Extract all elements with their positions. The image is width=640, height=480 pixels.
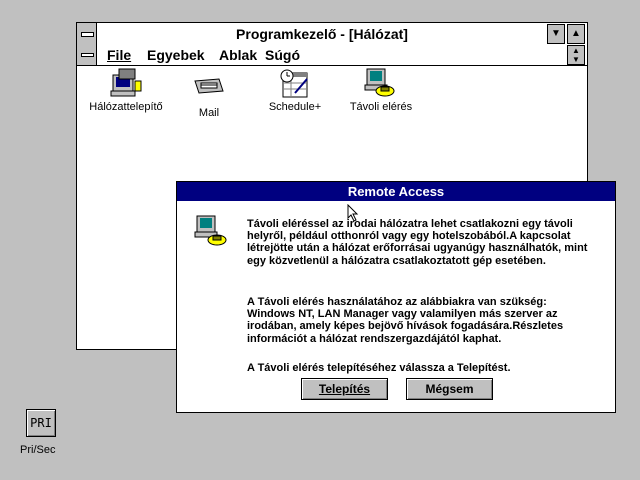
program-item-remote-access[interactable]: Távoli elérés xyxy=(345,67,417,117)
program-item-schedule[interactable]: Schedule+ xyxy=(263,67,327,117)
child-system-menu-icon xyxy=(81,53,94,57)
icon-label: Mail xyxy=(198,107,220,119)
icon-label: Hálózattelepítő xyxy=(89,101,163,113)
minimize-icon: ▼ xyxy=(551,28,561,39)
icon-label: Távoli elérés xyxy=(349,101,413,113)
menu-file[interactable]: File xyxy=(107,45,131,65)
pri-sec-label: Pri/Sec xyxy=(20,444,56,456)
title-bar[interactable]: Programkezelő - [Hálózat] ▼ ▲ xyxy=(77,23,587,46)
icon-label: Schedule+ xyxy=(268,101,322,113)
cancel-button[interactable]: Mégsem xyxy=(406,378,493,400)
program-item-mail[interactable]: Mail xyxy=(181,69,237,119)
schedule-icon xyxy=(280,69,308,98)
mail-icon xyxy=(194,78,224,94)
minimize-button[interactable]: ▼ xyxy=(547,24,565,44)
remote-access-dialog: Remote Access Távoli eléréssel az irodai… xyxy=(176,181,616,413)
pri-sec-icon[interactable]: PRI xyxy=(26,409,56,437)
network-setup-icon xyxy=(110,68,142,97)
maximize-icon: ▲ xyxy=(571,28,581,39)
restore-button[interactable]: ▲ ▼ xyxy=(567,45,585,65)
window-title: Programkezelő - [Hálózat] xyxy=(236,26,408,42)
menu-ablak[interactable]: Ablak xyxy=(219,45,257,65)
mouse-cursor-icon xyxy=(347,204,359,222)
menu-sugo[interactable]: Súgó xyxy=(265,45,300,65)
system-menu-icon xyxy=(81,32,94,37)
dialog-paragraph-1: Távoli eléréssel az irodai hálózatra leh… xyxy=(247,218,588,267)
restore-icon: ▲ ▼ xyxy=(572,46,580,64)
dialog-paragraph-3: A Távoli elérés telepítéséhez válassza a… xyxy=(247,362,511,374)
child-system-menu-button[interactable] xyxy=(77,45,97,65)
remote-access-icon xyxy=(194,215,227,246)
install-button[interactable]: Telepítés xyxy=(301,378,388,400)
system-menu-button[interactable] xyxy=(77,23,97,45)
menu-egyebek[interactable]: Egyebek xyxy=(147,45,205,65)
dialog-paragraph-2: A Távoli elérés használatához az alábbia… xyxy=(247,296,564,345)
maximize-button[interactable]: ▲ xyxy=(567,24,585,44)
menu-bar: File Egyebek Ablak Súgó ▲ ▼ xyxy=(77,45,587,66)
program-item-network-setup[interactable]: Hálózattelepítő xyxy=(87,67,165,117)
remote-access-icon xyxy=(364,68,395,97)
dialog-title-bar[interactable]: Remote Access xyxy=(177,182,615,201)
